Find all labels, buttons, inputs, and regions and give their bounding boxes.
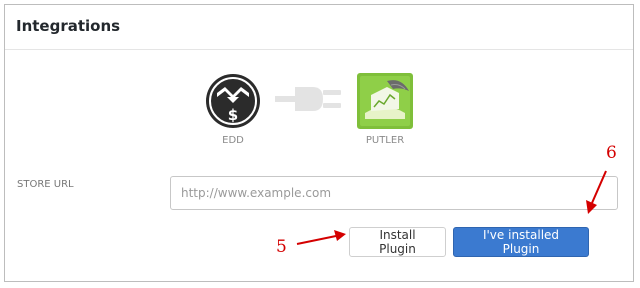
svg-text:$: $ (228, 106, 238, 124)
store-url-input[interactable] (170, 176, 618, 210)
integrations-panel: Integrations $ EDD PUTLER STORE URL http… (4, 4, 634, 282)
title-divider (5, 49, 633, 50)
installed-plugin-button[interactable]: I've installed Plugin (453, 227, 589, 257)
panel-title: Integrations (16, 17, 121, 35)
store-url-label: STORE URL (17, 179, 74, 190)
putler-icon (357, 73, 413, 129)
edd-icon: $ (205, 73, 261, 129)
annotation-step-5: 5 (276, 237, 287, 257)
edd-label: EDD (222, 135, 244, 146)
annotation-step-6: 6 (606, 143, 617, 163)
putler-label: PUTLER (365, 135, 405, 146)
plug-icon (275, 79, 345, 119)
install-plugin-button[interactable]: Install Plugin (349, 227, 446, 257)
